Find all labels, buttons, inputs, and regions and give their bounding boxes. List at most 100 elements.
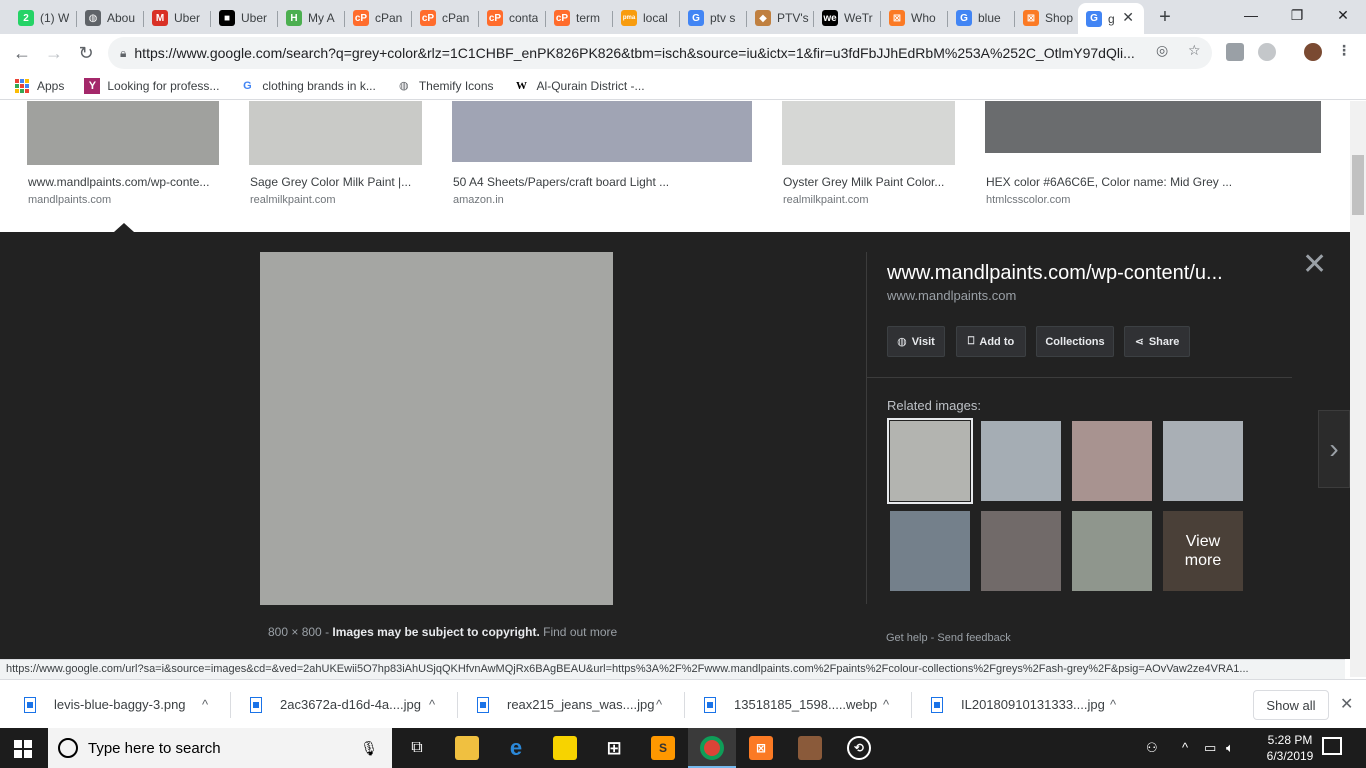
result-thumbnail[interactable]: [27, 101, 219, 165]
sublime-text-icon[interactable]: S: [651, 736, 675, 760]
browser-tab[interactable]: Gptv s: [680, 4, 747, 32]
result-title[interactable]: 50 A4 Sheets/Papers/craft board Light ..…: [453, 175, 669, 189]
browser-tab[interactable]: cP cPan: [345, 4, 412, 32]
bookmark-item[interactable]: ◍ Themify Icons: [396, 78, 494, 94]
taskbar-search-box[interactable]: Type here to search 🎙︎: [48, 728, 392, 768]
result-title[interactable]: HEX color #6A6C6E, Color name: Mid Grey …: [986, 175, 1232, 189]
extension-globe-icon[interactable]: [1258, 43, 1276, 61]
forward-button[interactable]: →: [42, 41, 66, 65]
close-preview-icon[interactable]: ✕: [1302, 250, 1327, 280]
result-item[interactable]: 50 A4 Sheets/Papers/craft board Light ..…: [452, 101, 752, 206]
edge-icon[interactable]: e: [504, 735, 528, 760]
maximize-button[interactable]: ❐: [1274, 0, 1320, 30]
find-out-more-link[interactable]: Find out more: [543, 625, 617, 639]
preview-title[interactable]: www.mandlpaints.com/wp-content/u...: [887, 262, 1223, 285]
microphone-icon[interactable]: 🎙︎: [360, 740, 378, 757]
location-icon[interactable]: ◎: [1156, 42, 1168, 59]
chevron-up-icon[interactable]: ^: [883, 697, 889, 712]
next-image-chevron-icon[interactable]: ›: [1318, 410, 1350, 488]
browser-tab[interactable]: ⊠ Shop: [1015, 4, 1082, 32]
new-tab-button[interactable]: +: [1152, 4, 1178, 30]
chevron-up-icon[interactable]: ^: [656, 697, 662, 712]
chevron-up-icon[interactable]: ^: [1110, 697, 1116, 712]
chrome-icon[interactable]: [700, 736, 724, 760]
menu-icon[interactable]: ⋮: [1337, 42, 1351, 59]
result-thumbnail[interactable]: [985, 101, 1321, 153]
result-item[interactable]: HEX color #6A6C6E, Color name: Mid Grey …: [985, 101, 1321, 206]
download-item[interactable]: reax215_jeans_was....jpg ^: [477, 680, 685, 729]
close-downloads-icon[interactable]: ✕: [1340, 694, 1353, 714]
result-thumbnail[interactable]: [249, 101, 422, 165]
result-item[interactable]: www.mandlpaints.com/wp-conte... mandlpai…: [27, 101, 219, 206]
download-item[interactable]: levis-blue-baggy-3.png ^: [24, 680, 231, 729]
browser-tab[interactable]: cP cPan: [412, 4, 479, 32]
store-icon[interactable]: ⊞: [602, 736, 626, 760]
minimize-button[interactable]: —: [1228, 0, 1274, 30]
windows-start-icon[interactable]: [14, 740, 32, 758]
extension-icon[interactable]: [1226, 43, 1244, 61]
people-icon[interactable]: ⚇: [1146, 740, 1158, 756]
download-item[interactable]: 2ac3672a-d16d-4a....jpg ^: [250, 680, 458, 729]
file-explorer-icon[interactable]: [455, 736, 479, 760]
browser-tab[interactable]: pma local: [613, 4, 680, 32]
task-view-icon[interactable]: ⧉: [405, 736, 429, 760]
browser-tab[interactable]: Gblue: [948, 4, 1015, 32]
bookmark-star-icon[interactable]: ☆: [1188, 42, 1201, 59]
browser-tab[interactable]: 2 (1) W: [10, 4, 77, 32]
related-image[interactable]: [981, 511, 1061, 591]
xampp-icon[interactable]: ⊠: [749, 736, 773, 760]
bookmark-item[interactable]: Y Looking for profess...: [84, 77, 219, 94]
result-item[interactable]: Sage Grey Color Milk Paint |... realmilk…: [249, 101, 422, 206]
scrollbar-thumb[interactable]: [1352, 155, 1364, 215]
bookmark-item[interactable]: W Al-Qurain District -...: [514, 78, 645, 94]
chevron-up-icon[interactable]: ^: [429, 697, 435, 712]
browser-tab[interactable]: H My A: [278, 4, 345, 32]
visit-button[interactable]: ◍ Visit: [887, 326, 945, 357]
close-window-button[interactable]: ✕: [1320, 0, 1366, 30]
app-circle-icon[interactable]: ⟲: [847, 736, 871, 760]
address-bar[interactable]: 🔒︎ https://www.google.com/search?q=grey+…: [108, 37, 1212, 69]
taskbar-clock[interactable]: 5:28 PM 6/3/2019: [1260, 732, 1320, 764]
close-tab-icon[interactable]: ✕: [1122, 9, 1134, 26]
browser-tab[interactable]: cP term: [546, 4, 613, 32]
browser-tab[interactable]: ⊠ Who: [881, 4, 948, 32]
related-image[interactable]: [1072, 421, 1152, 501]
result-title[interactable]: Sage Grey Color Milk Paint |...: [250, 175, 411, 189]
browser-tab[interactable]: ■ Uber: [211, 4, 278, 32]
show-all-button[interactable]: Show all: [1253, 690, 1329, 720]
result-title[interactable]: www.mandlpaints.com/wp-conte...: [28, 175, 209, 189]
get-help-link[interactable]: Get help: [886, 632, 928, 644]
browser-tab[interactable]: cP conta: [479, 4, 546, 32]
notification-icon[interactable]: [1322, 737, 1342, 755]
profile-avatar[interactable]: [1304, 43, 1322, 61]
related-image[interactable]: [890, 511, 970, 591]
page-scrollbar[interactable]: [1350, 101, 1366, 677]
reload-button[interactable]: ↻: [74, 41, 98, 65]
add-to-button[interactable]: ⎕ Add to: [956, 326, 1026, 357]
browser-tab[interactable]: ◍ Abou: [77, 4, 144, 32]
app-icon[interactable]: [798, 736, 822, 760]
related-image[interactable]: [1072, 511, 1152, 591]
result-thumbnail[interactable]: [782, 101, 955, 165]
tab-active[interactable]: Gg ✕: [1078, 3, 1144, 34]
result-title[interactable]: Oyster Grey Milk Paint Color...: [783, 175, 944, 189]
network-icon[interactable]: ▭: [1204, 740, 1216, 756]
bookmark-item[interactable]: G clothing brands in k...: [239, 78, 376, 94]
download-item[interactable]: 13518185_1598.....webp ^: [704, 680, 912, 729]
related-image[interactable]: [887, 418, 973, 504]
address-url[interactable]: https://www.google.com/search?q=grey+col…: [134, 45, 1134, 61]
browser-tab[interactable]: M Uber: [144, 4, 211, 32]
collections-button[interactable]: Collections: [1036, 326, 1114, 357]
download-item[interactable]: IL20180910131333....jpg ^: [931, 680, 1131, 729]
sticky-notes-icon[interactable]: [553, 736, 577, 760]
view-more-button[interactable]: View more: [1163, 511, 1243, 591]
result-thumbnail[interactable]: [452, 101, 752, 162]
related-image[interactable]: [1163, 421, 1243, 501]
preview-image[interactable]: [260, 252, 613, 605]
send-feedback-link[interactable]: Send feedback: [937, 632, 1010, 644]
chevron-up-icon[interactable]: ^: [1182, 740, 1188, 755]
result-item[interactable]: Oyster Grey Milk Paint Color... realmilk…: [782, 101, 955, 206]
chevron-up-icon[interactable]: ^: [202, 697, 208, 712]
bookmark-apps[interactable]: Apps: [14, 78, 64, 94]
browser-tab[interactable]: we WeTr: [814, 4, 881, 32]
